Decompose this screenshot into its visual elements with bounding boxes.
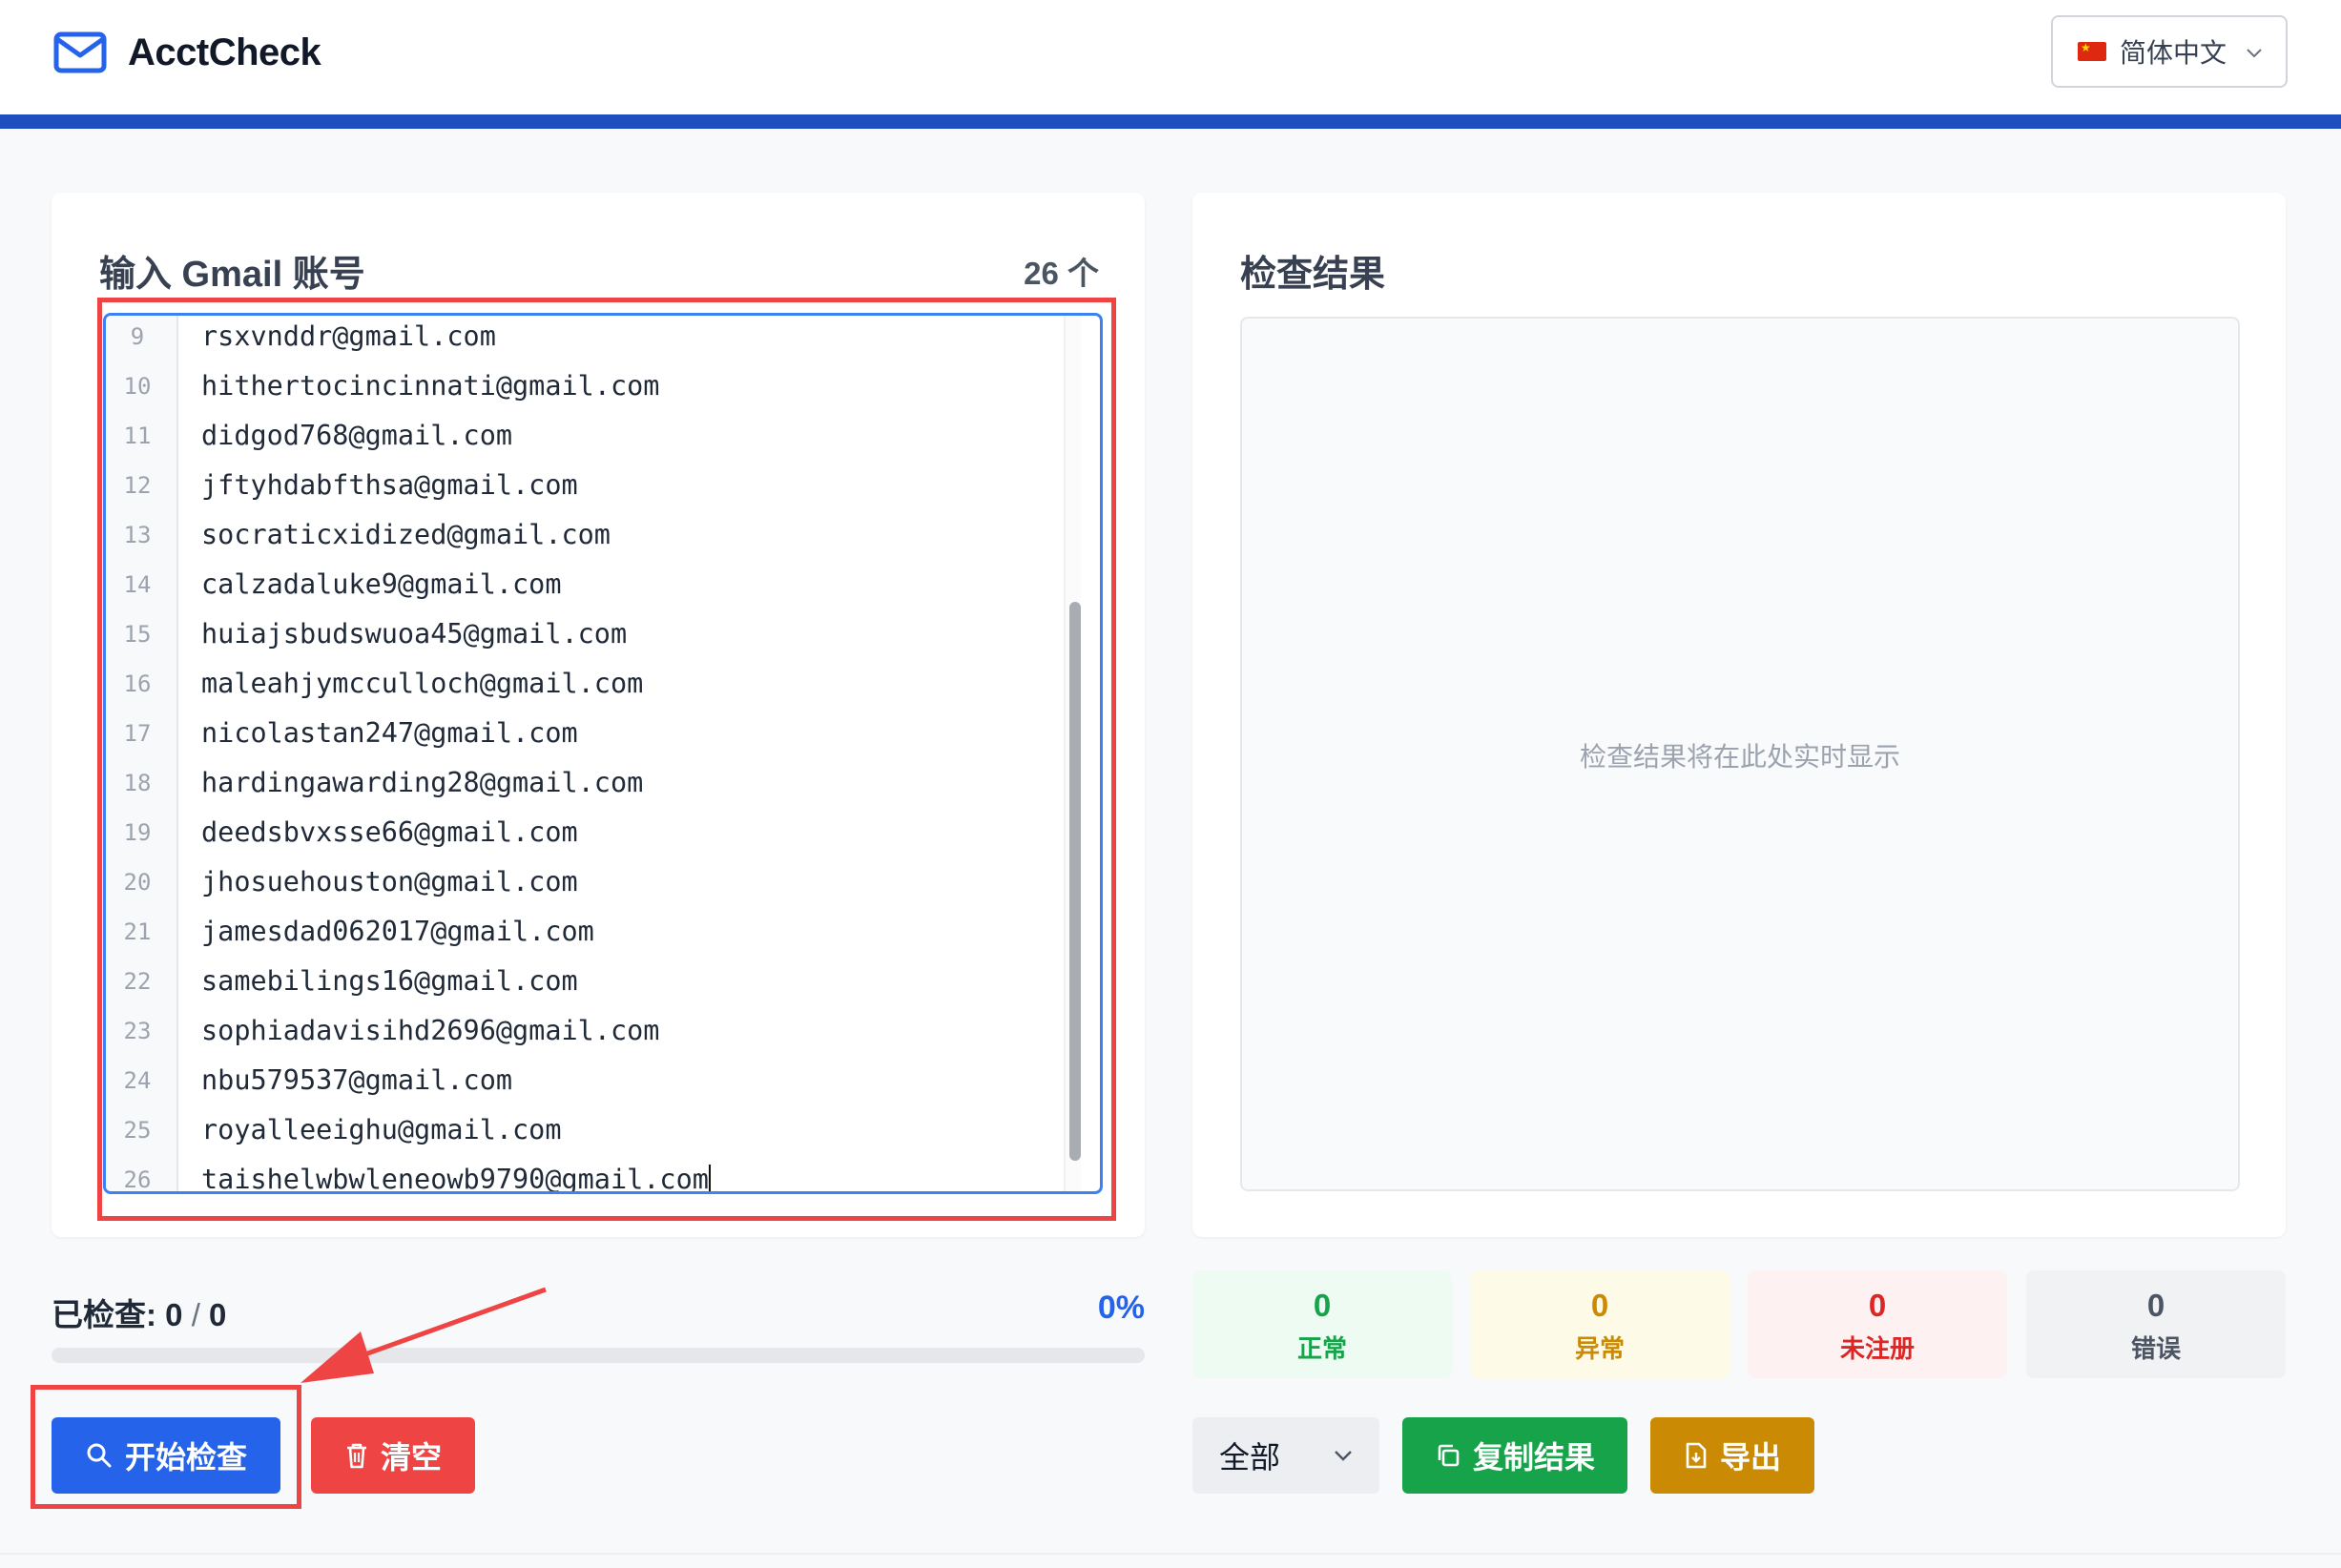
account-count: 26 个	[1024, 256, 1099, 291]
footer-divider	[0, 1553, 2341, 1555]
export-label: 导出	[1719, 1440, 1781, 1475]
china-flag-icon	[2078, 41, 2106, 61]
chevron-down-icon	[1335, 1451, 1352, 1461]
progress-separator: /	[191, 1297, 200, 1332]
progress-label: 已检查: 0 / 0	[52, 1289, 226, 1335]
stat-error: 0 错误	[2026, 1270, 2286, 1378]
language-select[interactable]: 简体中文	[2051, 15, 2288, 88]
mail-icon	[53, 31, 109, 73]
trash-icon	[346, 1443, 366, 1469]
brand-name: AcctCheck	[128, 31, 321, 73]
stat-abnormal-value: 0	[1590, 1288, 1609, 1323]
language-label: 简体中文	[2120, 38, 2227, 68]
progress-total: 0	[209, 1297, 227, 1332]
clear-button[interactable]: 清空	[311, 1417, 475, 1494]
brand[interactable]: AcctCheck	[53, 27, 321, 78]
stat-abnormal-label: 异常	[1574, 1334, 1625, 1363]
annotation-highlight-editor	[97, 298, 1116, 1221]
input-panel-title: 输入 Gmail 账号	[99, 255, 365, 295]
header-accent-bar	[0, 114, 2341, 129]
copy-results-label: 复制结果	[1472, 1440, 1595, 1475]
result-panel-title: 检查结果	[1240, 255, 1386, 295]
copy-icon	[1438, 1444, 1460, 1467]
stat-abnormal: 0 异常	[1470, 1270, 1730, 1378]
progress-checked: 0	[165, 1297, 183, 1332]
progress-caption: 已检查:	[52, 1297, 156, 1332]
annotation-highlight-start-button	[31, 1385, 301, 1509]
progress-bar	[52, 1348, 1145, 1363]
stat-normal: 0 正常	[1192, 1270, 1452, 1378]
stat-error-value: 0	[2146, 1288, 2165, 1323]
clear-label: 清空	[380, 1440, 442, 1475]
copy-results-button[interactable]: 复制结果	[1402, 1417, 1627, 1494]
stat-unregistered: 0 未注册	[1748, 1270, 2007, 1378]
result-filter-select[interactable]: 全部	[1192, 1417, 1379, 1494]
stat-normal-value: 0	[1313, 1288, 1332, 1323]
filter-value: 全部	[1219, 1440, 1281, 1475]
app-header: AcctCheck 简体中文	[0, 0, 2341, 114]
stat-unregistered-value: 0	[1868, 1288, 1887, 1323]
result-placeholder: 检查结果将在此处实时显示	[1579, 742, 1900, 772]
file-download-icon	[1686, 1442, 1707, 1469]
export-button[interactable]: 导出	[1650, 1417, 1814, 1494]
stat-error-label: 错误	[2130, 1334, 2181, 1363]
stat-unregistered-label: 未注册	[1839, 1334, 1915, 1363]
progress-percent: 0%	[1097, 1289, 1145, 1326]
stat-normal-label: 正常	[1296, 1334, 1347, 1363]
result-area: 检查结果将在此处实时显示	[1240, 317, 2240, 1191]
chevron-down-icon	[2247, 49, 2262, 58]
